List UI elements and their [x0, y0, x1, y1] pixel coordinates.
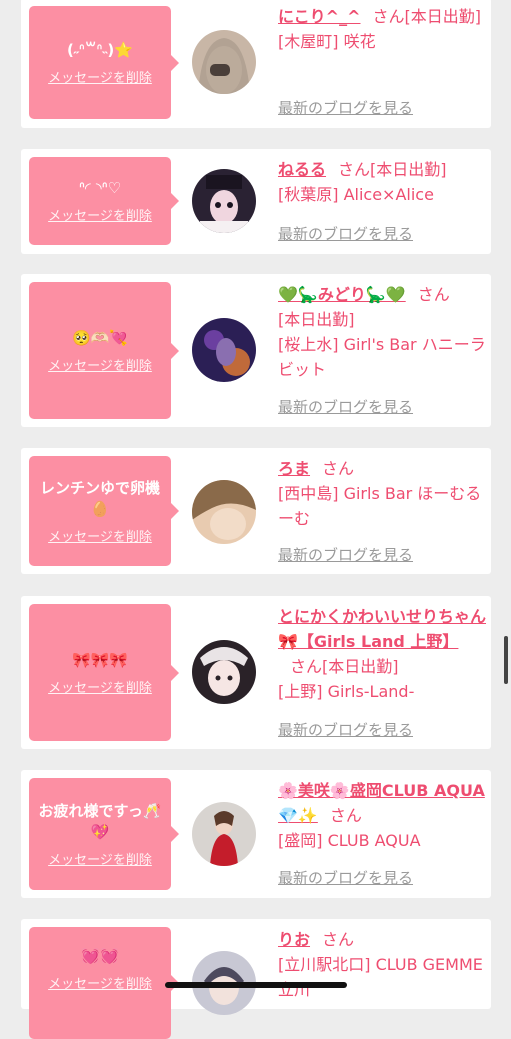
cast-info: ろま さん [西中島] Girls Bar ほーむるーむ	[278, 456, 486, 531]
message-text: (˶ᐢ꒳ᐢ˵)⭐	[67, 40, 133, 59]
blog-link[interactable]: 最新のブログを見る	[278, 867, 413, 888]
message-text: ᐢ◜ ◝ᐢ♡	[78, 179, 122, 197]
avatar[interactable]	[192, 480, 256, 544]
shop-label: [盛岡] CLUB AQUA	[278, 831, 421, 850]
list-item: 🥺🫶🏻💘 メッセージを削除 💚🦕みどり🦕💚 さん [本日出勤] [桜上水] Gir…	[21, 274, 491, 427]
home-indicator[interactable]	[165, 982, 347, 988]
shop-label: [立川駅北口] CLUB GEMME立川	[278, 955, 483, 999]
cast-name-link[interactable]: 🌸美咲🌸盛岡CLUB AQUA💎✨	[278, 781, 485, 825]
delete-message-link[interactable]: メッセージを削除	[48, 849, 152, 868]
shop-label: [秋葉原] Alice×Alice	[278, 185, 434, 204]
message-text: お疲れ様ですっ🥂💖	[38, 801, 162, 841]
list-item: 💓💓 メッセージを削除 りお さん [立川駅北口] CLUB GEMME立川	[21, 919, 491, 1039]
cast-info: 💚🦕みどり🦕💚 さん [本日出勤] [桜上水] Girl's Bar ハニーラビッ…	[278, 282, 486, 382]
message-text: 🎀🎀🎀	[71, 650, 129, 669]
blog-link[interactable]: 最新のブログを見る	[278, 97, 413, 118]
message-bubble: レンチンゆで卵機🥚 メッセージを削除	[29, 456, 179, 566]
message-text: 💓💓	[81, 947, 119, 965]
cast-name-link[interactable]: にこり^_^	[278, 7, 361, 26]
message-text: 🥺🫶🏻💘	[71, 328, 129, 347]
delete-message-link[interactable]: メッセージを削除	[48, 677, 152, 696]
cast-name-link[interactable]: りお	[278, 930, 310, 949]
cast-name-link[interactable]: とにかくかわいいせりちゃん🎀【Girls Land 上野】	[278, 607, 486, 651]
avatar[interactable]	[192, 30, 256, 94]
delete-message-link[interactable]: メッセージを削除	[48, 205, 152, 224]
message-bubble: ᐢ◜ ◝ᐢ♡ メッセージを削除	[29, 157, 179, 245]
delete-message-link[interactable]: メッセージを削除	[48, 973, 152, 992]
message-bubble: 💓💓 メッセージを削除	[29, 927, 179, 1039]
cast-info: ねるる さん[本日出勤] [秋葉原] Alice×Alice	[278, 157, 486, 207]
cast-name-link[interactable]: ねるる	[278, 160, 326, 179]
delete-message-link[interactable]: メッセージを削除	[48, 67, 152, 86]
message-bubble: (˶ᐢ꒳ᐢ˵)⭐ メッセージを削除	[29, 6, 179, 119]
blog-link[interactable]: 最新のブログを見る	[278, 544, 413, 565]
cast-info: とにかくかわいいせりちゃん🎀【Girls Land 上野】さん[本日出勤] [上…	[278, 604, 486, 704]
cast-name-link[interactable]: ろま	[278, 459, 310, 478]
list-item: 🎀🎀🎀 メッセージを削除 とにかくかわいいせりちゃん🎀【Girls Land 上…	[21, 596, 491, 749]
message-bubble: 🥺🫶🏻💘 メッセージを削除	[29, 282, 179, 419]
shop-label: [木屋町] 咲花	[278, 32, 376, 51]
blog-link[interactable]: 最新のブログを見る	[278, 719, 413, 740]
shop-label: [上野] Girls-Land-	[278, 682, 415, 701]
blog-link[interactable]: 最新のブログを見る	[278, 223, 413, 244]
list-item: お疲れ様ですっ🥂💖 メッセージを削除 🌸美咲🌸盛岡CLUB AQUA💎✨ さん […	[21, 770, 491, 898]
list-item: レンチンゆで卵機🥚 メッセージを削除 ろま さん [西中島] Girls Bar …	[21, 448, 491, 574]
message-text: レンチンゆで卵機🥚	[39, 478, 160, 518]
avatar[interactable]	[192, 640, 256, 704]
list-item: (˶ᐢ꒳ᐢ˵)⭐ メッセージを削除 にこり^_^ さん[本日出勤] [木屋町] 咲…	[21, 0, 491, 128]
avatar[interactable]	[192, 802, 256, 866]
delete-message-link[interactable]: メッセージを削除	[48, 355, 152, 374]
shop-label: [桜上水] Girl's Bar ハニーラビット	[278, 335, 486, 379]
avatar[interactable]	[192, 169, 256, 233]
message-bubble: 🎀🎀🎀 メッセージを削除	[29, 604, 179, 741]
cast-info: にこり^_^ さん[本日出勤] [木屋町] 咲花	[278, 4, 486, 54]
delete-message-link[interactable]: メッセージを削除	[48, 526, 152, 545]
avatar[interactable]	[192, 318, 256, 382]
cast-info: 🌸美咲🌸盛岡CLUB AQUA💎✨ さん [盛岡] CLUB AQUA	[278, 778, 486, 853]
list-item: ᐢ◜ ◝ᐢ♡ メッセージを削除 ねるる さん[本日出勤] [秋葉原] Alice×…	[21, 149, 491, 254]
message-bubble: お疲れ様ですっ🥂💖 メッセージを削除	[29, 778, 179, 890]
cast-name-link[interactable]: 💚🦕みどり🦕💚	[278, 285, 406, 304]
scrollbar[interactable]	[504, 636, 508, 684]
shop-label: [西中島] Girls Bar ほーむるーむ	[278, 484, 482, 528]
blog-link[interactable]: 最新のブログを見る	[278, 396, 413, 417]
cast-info: りお さん [立川駅北口] CLUB GEMME立川	[278, 927, 486, 1002]
